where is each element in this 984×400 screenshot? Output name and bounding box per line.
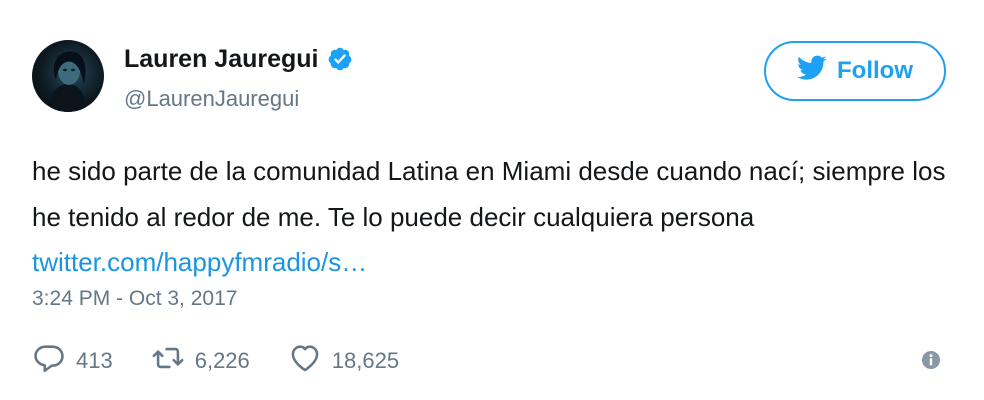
avatar[interactable]	[32, 40, 104, 112]
author-name-row: Lauren Jauregui	[124, 42, 353, 76]
follow-button[interactable]: Follow	[764, 41, 946, 101]
info-icon[interactable]	[921, 350, 941, 370]
tweet-link[interactable]: twitter.com/happyfmradio/s…	[32, 247, 367, 277]
tweet-actions: 413 6,226 18,625	[32, 342, 399, 380]
follow-button-label: Follow	[837, 57, 913, 84]
tweet-body: he sido parte de la comunidad Latina en …	[32, 149, 952, 286]
tweet-text: he sido parte de la comunidad Latina en …	[32, 156, 946, 232]
avatar-image	[50, 51, 86, 112]
twitter-bird-icon	[797, 55, 827, 88]
like-button[interactable]: 18,625	[288, 341, 399, 381]
retweet-icon	[151, 341, 185, 381]
reply-button[interactable]: 413	[32, 341, 113, 381]
retweet-button[interactable]: 6,226	[151, 341, 250, 381]
reply-icon	[32, 341, 66, 381]
reply-count: 413	[76, 348, 113, 373]
author-handle[interactable]: @LaurenJauregui	[124, 86, 299, 112]
author-display-name[interactable]: Lauren Jauregui	[124, 45, 319, 74]
verified-badge-icon	[327, 46, 353, 72]
tweet-timestamp[interactable]: 3:24 PM - Oct 3, 2017	[32, 287, 237, 311]
like-count: 18,625	[331, 348, 400, 373]
retweet-count: 6,226	[194, 348, 250, 373]
heart-icon	[288, 341, 322, 381]
